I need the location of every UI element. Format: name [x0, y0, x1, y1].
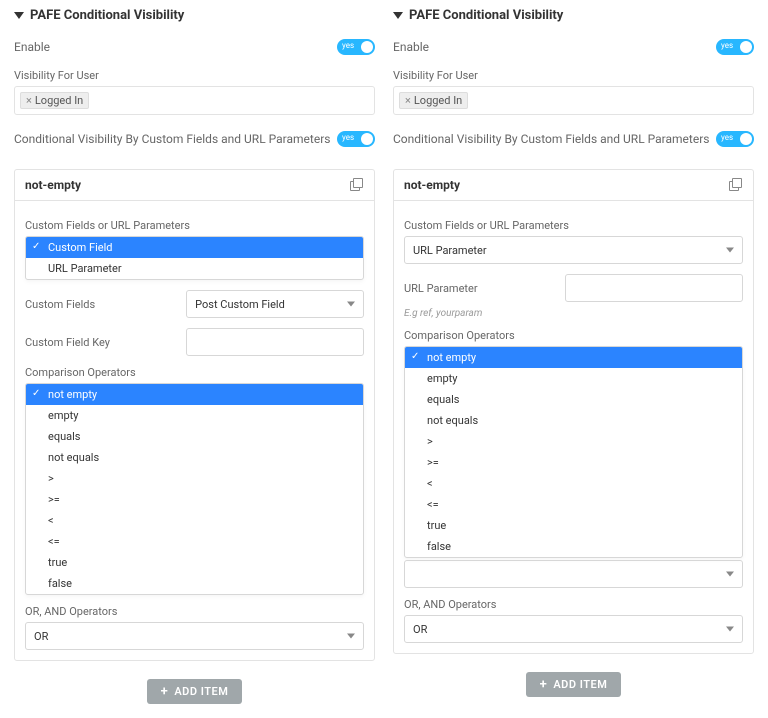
- conditional-visibility-label: Conditional Visibility By Custom Fields …: [14, 132, 330, 146]
- plus-icon: +: [540, 680, 548, 690]
- enable-label: Enable: [393, 40, 429, 54]
- enable-toggle[interactable]: yes: [337, 39, 375, 55]
- left-panel: PAFE Conditional Visibility Enable yes V…: [14, 8, 375, 704]
- ops-option[interactable]: >=: [405, 452, 742, 473]
- visibility-user-label: Visibility For User: [393, 69, 754, 82]
- url-parameter-input[interactable]: [565, 274, 743, 302]
- add-item-button[interactable]: + ADD ITEM: [147, 679, 243, 704]
- or-and-select[interactable]: OR: [25, 622, 364, 650]
- ops-option[interactable]: <: [405, 473, 742, 494]
- ops-option[interactable]: not empty: [26, 384, 363, 405]
- duplicate-icon[interactable]: [350, 178, 364, 192]
- card-title: not-empty: [25, 178, 81, 192]
- ops-option[interactable]: true: [405, 515, 742, 536]
- chevron-down-icon: [347, 634, 355, 639]
- or-and-label: OR, AND Operators: [404, 598, 743, 611]
- comparison-ops-dropdown[interactable]: not emptyemptyequalsnot equals>>=<<=true…: [25, 383, 364, 595]
- type-label: Custom Fields or URL Parameters: [25, 219, 364, 232]
- or-and-select[interactable]: OR: [404, 615, 743, 643]
- custom-field-key-input[interactable]: [186, 328, 364, 356]
- enable-label: Enable: [14, 40, 50, 54]
- ops-option[interactable]: not empty: [405, 347, 742, 368]
- ops-option[interactable]: empty: [26, 405, 363, 426]
- ops-option[interactable]: <: [26, 510, 363, 531]
- type-select-dropdown[interactable]: Custom FieldURL Parameter: [25, 236, 364, 280]
- section-title: PAFE Conditional Visibility: [409, 8, 563, 23]
- or-and-label: OR, AND Operators: [25, 605, 364, 618]
- chevron-down-icon: [726, 572, 734, 577]
- ops-option[interactable]: true: [26, 552, 363, 573]
- ops-option[interactable]: equals: [405, 389, 742, 410]
- comparison-ops-dropdown[interactable]: not emptyemptyequalsnot equals>>=<<=true…: [404, 346, 743, 558]
- type-label: Custom Fields or URL Parameters: [404, 219, 743, 232]
- comparison-ops-label: Comparison Operators: [25, 366, 364, 379]
- chip-remove-icon[interactable]: ×: [405, 94, 411, 107]
- add-item-button[interactable]: + ADD ITEM: [526, 672, 622, 697]
- ops-option[interactable]: empty: [405, 368, 742, 389]
- ops-option[interactable]: not equals: [405, 410, 742, 431]
- chevron-down-icon: [726, 248, 734, 253]
- visibility-user-label: Visibility For User: [14, 69, 375, 82]
- ops-option[interactable]: >: [26, 468, 363, 489]
- visibility-user-field[interactable]: ×Logged In: [393, 86, 754, 115]
- enable-toggle[interactable]: yes: [716, 39, 754, 55]
- card-title: not-empty: [404, 178, 460, 192]
- condition-card: not-empty Custom Fields or URL Parameter…: [393, 169, 754, 654]
- user-chip[interactable]: ×Logged In: [399, 92, 468, 109]
- duplicate-icon[interactable]: [729, 178, 743, 192]
- type-option[interactable]: URL Parameter: [26, 258, 363, 279]
- conditional-visibility-label: Conditional Visibility By Custom Fields …: [393, 132, 709, 146]
- ops-option[interactable]: false: [26, 573, 363, 594]
- conditional-visibility-toggle[interactable]: yes: [716, 131, 754, 147]
- hidden-select[interactable]: [404, 560, 743, 588]
- url-parameter-hint: E.g ref, yourparam: [404, 308, 743, 319]
- custom-fields-select[interactable]: Post Custom Field: [186, 290, 364, 318]
- collapse-triangle-icon: [393, 12, 403, 19]
- ops-option[interactable]: not equals: [26, 447, 363, 468]
- type-select[interactable]: URL Parameter: [404, 236, 743, 264]
- ops-option[interactable]: false: [405, 536, 742, 557]
- type-option[interactable]: Custom Field: [26, 237, 363, 258]
- chip-remove-icon[interactable]: ×: [26, 94, 32, 107]
- section-header[interactable]: PAFE Conditional Visibility: [393, 8, 754, 23]
- ops-option[interactable]: >=: [26, 489, 363, 510]
- plus-icon: +: [161, 687, 169, 697]
- right-panel: PAFE Conditional Visibility Enable yes V…: [393, 8, 754, 704]
- ops-option[interactable]: equals: [26, 426, 363, 447]
- url-parameter-label: URL Parameter: [404, 282, 553, 295]
- ops-option[interactable]: <=: [26, 531, 363, 552]
- ops-option[interactable]: >: [405, 431, 742, 452]
- user-chip[interactable]: ×Logged In: [20, 92, 89, 109]
- comparison-ops-label: Comparison Operators: [404, 329, 743, 342]
- chevron-down-icon: [726, 627, 734, 632]
- condition-card: not-empty Custom Fields or URL Parameter…: [14, 169, 375, 661]
- section-header[interactable]: PAFE Conditional Visibility: [14, 8, 375, 23]
- chevron-down-icon: [347, 302, 355, 307]
- visibility-user-field[interactable]: ×Logged In: [14, 86, 375, 115]
- custom-field-key-label: Custom Field Key: [25, 336, 174, 349]
- ops-option[interactable]: <=: [405, 494, 742, 515]
- section-title: PAFE Conditional Visibility: [30, 8, 184, 23]
- custom-fields-label: Custom Fields: [25, 298, 174, 311]
- collapse-triangle-icon: [14, 12, 24, 19]
- conditional-visibility-toggle[interactable]: yes: [337, 131, 375, 147]
